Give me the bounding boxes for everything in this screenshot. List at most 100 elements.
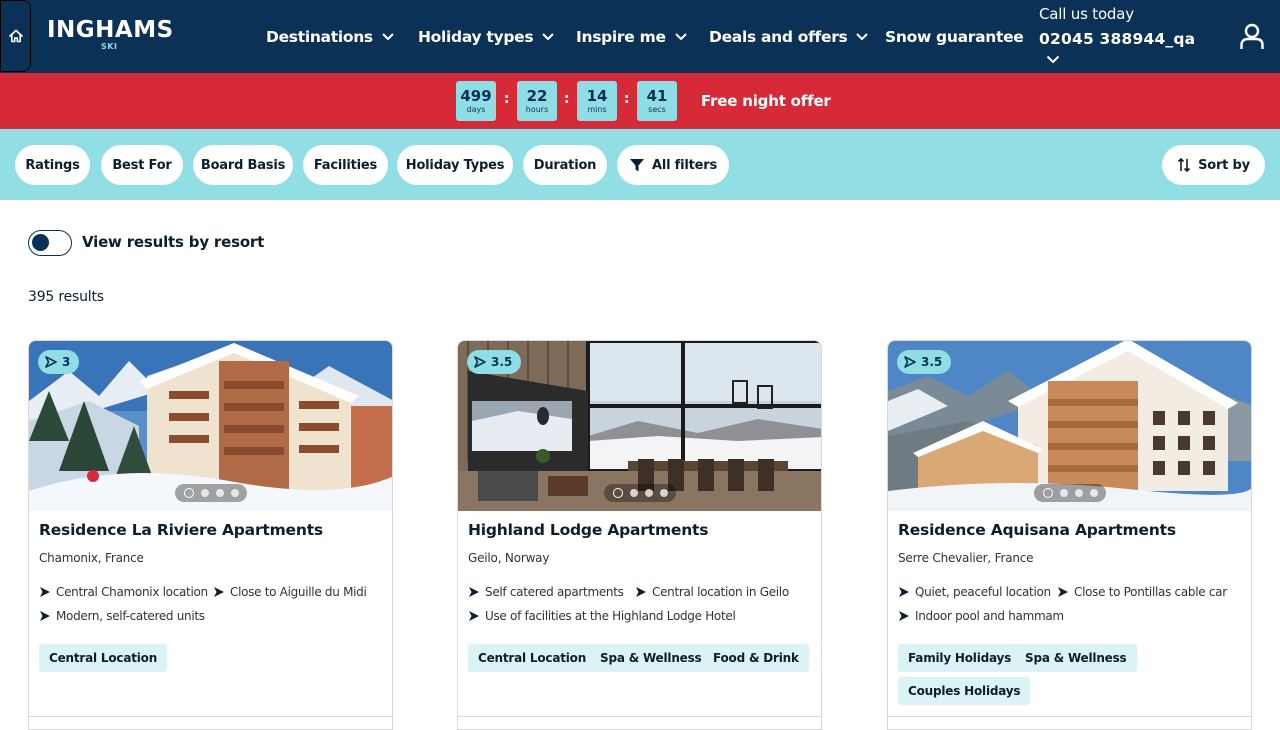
secs-value: 41 <box>646 87 668 105</box>
card-title[interactable]: Highland Lodge Apartments <box>468 521 708 539</box>
chevron-down-icon <box>674 33 687 41</box>
feature-item: Quiet, peaceful location <box>898 585 1051 599</box>
filter-label: All filters <box>651 157 718 173</box>
home-icon <box>8 29 23 43</box>
sort-by-button[interactable]: Sort by <box>1162 145 1265 185</box>
filter-duration[interactable]: Duration <box>523 145 607 185</box>
filter-board-basis[interactable]: Board Basis <box>193 145 293 185</box>
arrow-bullet-icon <box>469 587 479 597</box>
carousel-dot[interactable] <box>659 489 668 497</box>
hours-label: hours <box>525 105 549 114</box>
nav-inspire-me[interactable]: Inspire me <box>576 26 687 48</box>
carousel-dot[interactable] <box>1042 488 1053 498</box>
card-divider <box>458 716 821 717</box>
arrow-bullet-icon <box>469 611 479 621</box>
all-filters-button[interactable]: All filters <box>617 145 729 185</box>
promo-text[interactable]: Free night offer <box>701 92 831 110</box>
toggle-knob <box>32 234 49 251</box>
accommodation-card[interactable]: 3 Residence La Riviere Apartments Chamon… <box>28 340 393 730</box>
card-image[interactable]: 3.5 <box>458 341 821 511</box>
nav-snow-guarantee[interactable]: Snow guarantee <box>885 26 1024 48</box>
logo-text: INGHAMS <box>47 17 174 43</box>
card-image[interactable]: 3 <box>29 341 392 511</box>
feature-text: Central Chamonix location <box>56 585 208 599</box>
nav-holiday-types[interactable]: Holiday types <box>418 26 554 48</box>
mins-label: mins <box>587 105 607 114</box>
arrow-bullet-icon <box>636 587 646 597</box>
carousel-dots[interactable] <box>604 484 676 502</box>
carousel-dot[interactable] <box>1074 489 1083 497</box>
filter-holiday-types[interactable]: Holiday Types <box>397 145 513 185</box>
filter-funnel-icon <box>629 159 644 172</box>
carousel-dot[interactable] <box>230 489 239 497</box>
nav-label: Holiday types <box>418 28 534 46</box>
filter-facilities[interactable]: Facilities <box>303 145 388 185</box>
card-title[interactable]: Residence Aquisana Apartments <box>898 521 1176 539</box>
countdown-separator: : <box>624 91 630 107</box>
card-title[interactable]: Residence La Riviere Apartments <box>39 521 323 539</box>
carousel-dot[interactable] <box>644 489 653 497</box>
card-tag: Spa & Wellness <box>1015 644 1137 672</box>
home-button[interactable] <box>0 0 31 72</box>
filter-bar: Ratings Best For Board Basis Facilities … <box>0 129 1280 200</box>
carousel-dots[interactable] <box>175 484 247 502</box>
call-us[interactable]: Call us today 02045 388944_qa <box>1039 4 1195 50</box>
logo-subtext: SKI <box>101 42 118 51</box>
accommodation-card[interactable]: 3.5 Highland Lodge Apartments Geilo, Nor… <box>457 340 822 730</box>
user-account-icon[interactable] <box>1239 23 1265 51</box>
card-tag: Family Holidays <box>898 644 1022 672</box>
feature-text: Central location in Geilo <box>652 585 789 599</box>
arrow-bullet-icon <box>1058 587 1068 597</box>
sort-arrows-icon <box>1178 157 1191 173</box>
arrow-bullet-icon <box>214 587 224 597</box>
card-location: Geilo, Norway <box>468 551 550 565</box>
card-divider <box>888 716 1251 717</box>
nav-label: Destinations <box>266 28 373 46</box>
card-image[interactable]: 3.5 <box>888 341 1251 511</box>
accommodation-card[interactable]: 3.5 Residence Aquisana Apartments Serre … <box>887 340 1252 730</box>
call-number[interactable]: 02045 388944_qa <box>1039 28 1195 50</box>
card-tag: Couples Holidays <box>898 677 1031 705</box>
chevron-down-icon <box>856 33 869 41</box>
results-count: 395 results <box>28 289 104 305</box>
feature-text: Use of facilities at the Highland Lodge … <box>485 609 736 623</box>
card-location: Chamonix, France <box>39 551 144 565</box>
countdown-days: 499 days <box>456 81 496 121</box>
filter-label: Holiday Types <box>405 157 505 173</box>
filter-label: Board Basis <box>200 157 286 173</box>
secs-label: secs <box>648 105 666 114</box>
filter-label: Best For <box>112 157 172 173</box>
carousel-dot[interactable] <box>612 488 623 498</box>
filter-label: Duration <box>533 157 597 173</box>
filter-ratings[interactable]: Ratings <box>15 145 90 185</box>
countdown-promo-bar[interactable]: 499 days : 22 hours : 14 mins : 41 secs … <box>0 73 1280 129</box>
carousel-dot[interactable] <box>1059 489 1068 497</box>
filter-best-for[interactable]: Best For <box>101 145 183 185</box>
feature-text: Indoor pool and hammam <box>915 609 1064 623</box>
countdown-hours: 22 hours <box>517 81 557 121</box>
arrow-bullet-icon <box>899 611 909 621</box>
feature-item: Modern, self-catered units <box>39 609 205 623</box>
arrow-bullet-icon <box>899 587 909 597</box>
carousel-dot[interactable] <box>183 488 194 498</box>
carousel-dots[interactable] <box>1034 484 1106 502</box>
card-tag: Food & Drink <box>703 644 809 672</box>
view-by-resort-toggle[interactable] <box>28 230 72 256</box>
nav-destinations[interactable]: Destinations <box>266 26 394 48</box>
carousel-dot[interactable] <box>215 489 224 497</box>
card-location: Serre Chevalier, France <box>898 551 1034 565</box>
days-label: days <box>466 105 486 114</box>
filter-label: Facilities <box>313 157 378 173</box>
rating-badge: 3.5 <box>467 350 522 374</box>
countdown-secs: 41 secs <box>637 81 677 121</box>
feature-text: Modern, self-catered units <box>56 609 205 623</box>
rating-value: 3 <box>62 355 71 369</box>
chevron-down-icon[interactable] <box>1046 55 1060 64</box>
inghams-logo[interactable]: INGHAMS SKI <box>47 17 174 51</box>
carousel-dot[interactable] <box>200 489 209 497</box>
card-tag: Central Location <box>468 644 597 672</box>
nav-deals-and-offers[interactable]: Deals and offers <box>709 26 869 48</box>
carousel-dot[interactable] <box>629 489 638 497</box>
rating-badge: 3.5 <box>897 350 952 374</box>
carousel-dot[interactable] <box>1089 489 1098 497</box>
